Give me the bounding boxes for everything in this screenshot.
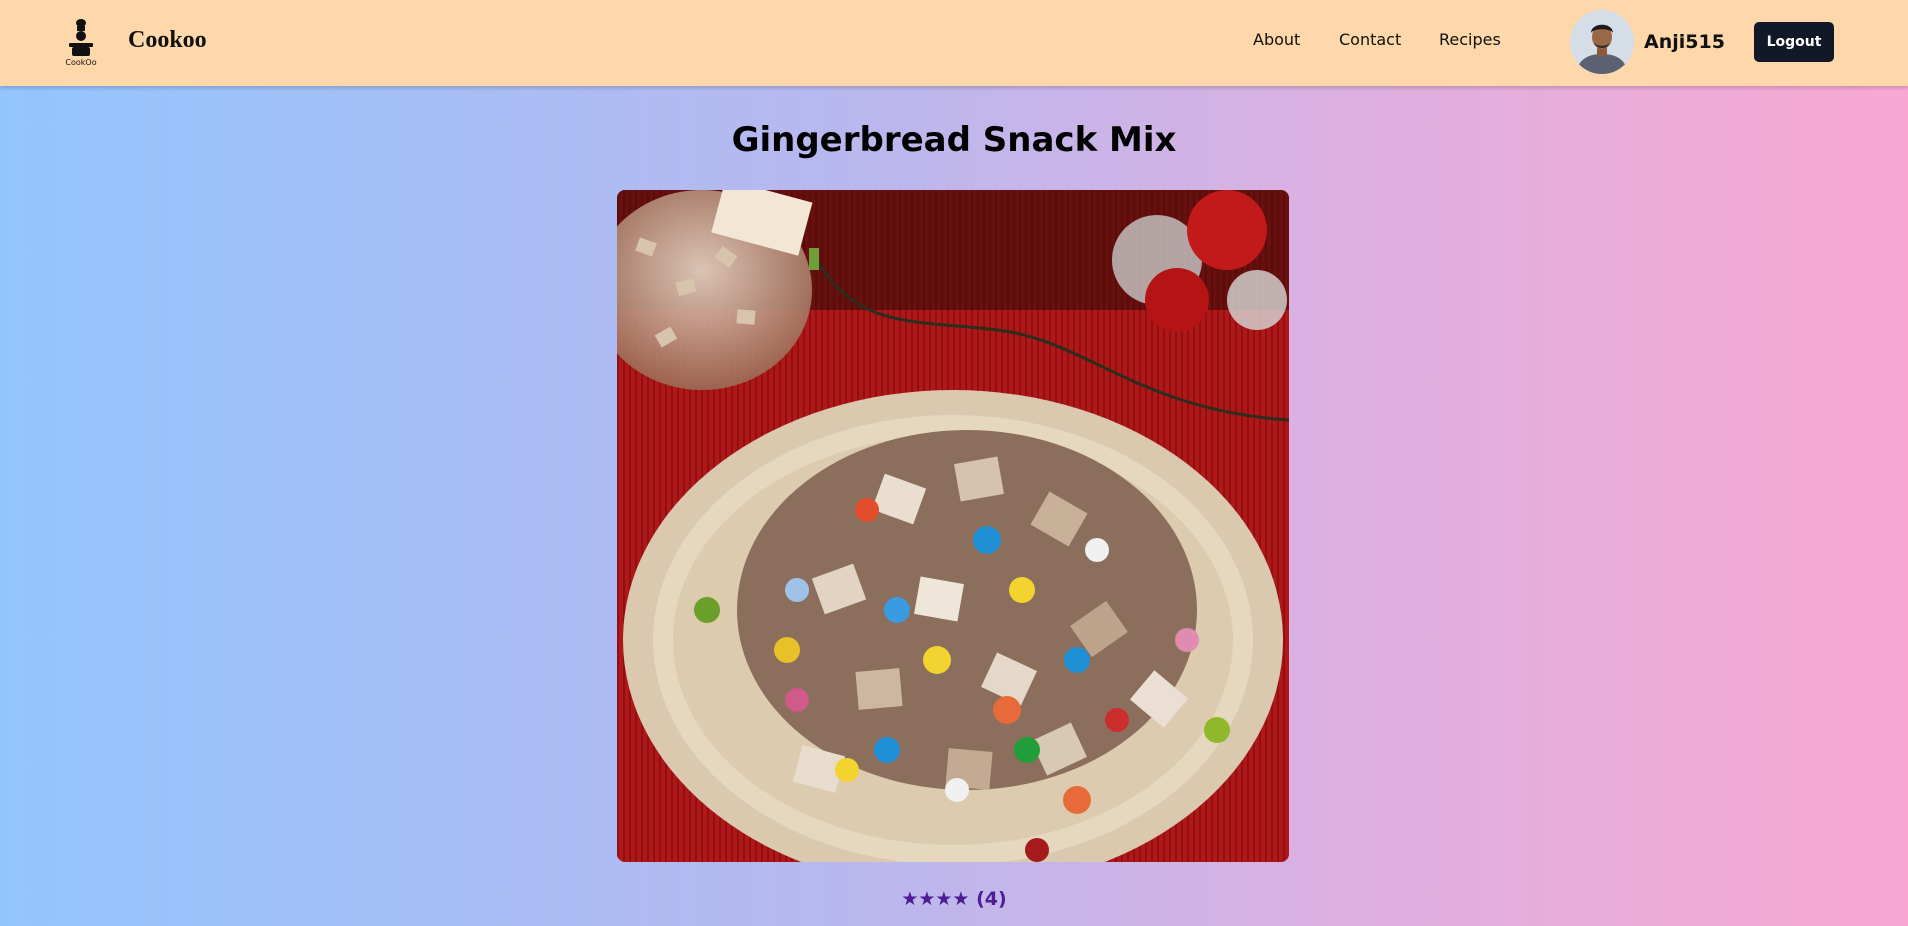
nav-link-contact[interactable]: Contact (1339, 30, 1401, 49)
username: Anji515 (1644, 31, 1725, 53)
rating-stars: ★★★★ (901, 888, 970, 910)
chef-logo-icon[interactable]: CookOo (56, 13, 106, 67)
recipe-photo (617, 190, 1289, 862)
nav-link-recipes[interactable]: Recipes (1439, 30, 1501, 49)
recipe-title: Gingerbread Snack Mix (731, 120, 1177, 160)
logo-text: CookOo (65, 58, 97, 67)
navbar: CookOo Cookoo About Contact Recipes Anji… (0, 0, 1908, 86)
brand[interactable]: CookOo Cookoo (56, 13, 207, 67)
rating-count: (4) (976, 888, 1007, 910)
rating: ★★★★ (4) (0, 888, 1908, 910)
avatar[interactable] (1570, 10, 1634, 74)
user-profile[interactable]: Anji515 (1570, 10, 1725, 74)
brand-name[interactable]: Cookoo (128, 27, 207, 54)
logout-button[interactable]: Logout (1754, 22, 1834, 62)
nav-link-about[interactable]: About (1253, 30, 1300, 49)
